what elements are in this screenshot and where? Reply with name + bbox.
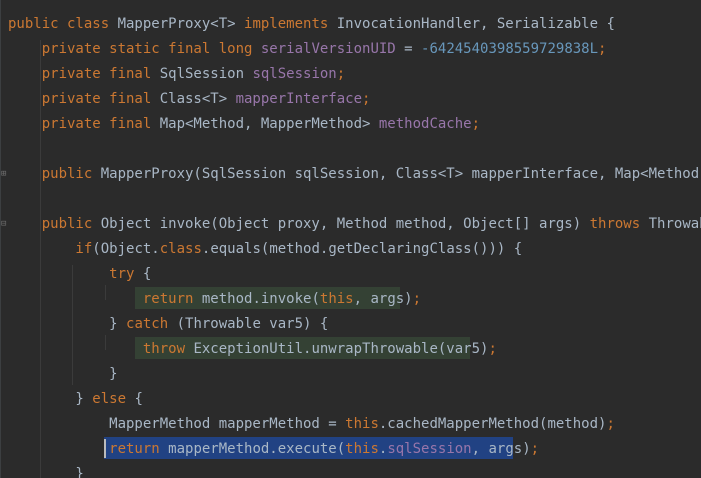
code-token: throw [8,341,194,357]
code-token: this [345,416,379,432]
code-token: Class<T> [159,91,236,107]
code-token: SqlSession [159,66,253,82]
code-line[interactable]: private final SqlSession sqlSession; [8,62,345,87]
code-token: ; [530,441,540,457]
code-token: MapperProxy(SqlSession sqlSession, Class… [100,166,701,182]
code-token: , args) [353,291,413,307]
code-token: MapperProxy<T> [117,16,245,32]
code-token: ; [471,116,481,132]
code-line[interactable]: throw ExceptionUtil.unwrapThrowable(var5… [8,337,497,362]
code-token: method.invoke( [201,291,320,307]
code-token: private static final long [8,41,261,57]
code-token: public [8,166,101,182]
code-token: { [134,391,143,407]
code-line[interactable]: public Object invoke(Object proxy, Metho… [8,212,701,237]
code-token: implements [244,16,337,32]
code-token: serialVersionUID [260,41,396,57]
code-token: public class [8,16,118,32]
code-line[interactable]: try { [8,262,151,287]
code-token: Object invoke(Object proxy, Method metho… [100,216,590,232]
code-editor[interactable]: ⊞ ⊟ public class MapperProxy<T> implemen… [0,0,701,478]
code-token: ; [362,91,371,107]
code-token: .cachedMapperMethod(method) [378,416,607,432]
code-token: this [319,291,354,307]
code-token: } [8,391,93,407]
code-token: Throwable { [648,216,701,232]
code-token: { [142,266,152,282]
code-token: public [8,216,101,232]
code-token: } [8,316,127,332]
code-line[interactable]: MapperMethod mapperMethod = this.cachedM… [8,412,615,437]
code-token: private final [8,91,160,107]
code-token: else [92,391,135,407]
code-line[interactable]: if(Object.class.equals(method.getDeclari… [8,237,522,262]
code-token: } [8,366,118,382]
code-token: sqlSession [252,66,337,82]
code-token: MapperMethod mapperMethod = [8,416,346,432]
code-line[interactable]: public class MapperProxy<T> implements I… [8,12,615,37]
code-line[interactable]: } catch (Throwable var5) { [8,312,328,337]
code-token: private final [8,116,160,132]
code-token: ; [606,416,615,432]
code-token: ; [488,341,497,357]
code-token: } [8,466,84,478]
code-token: (Throwable var5) { [176,316,329,332]
code-token: methodCache [378,116,472,132]
code-token: private final [8,66,160,82]
editor-gutter [0,0,1,478]
code-line[interactable]: private static final long serialVersionU… [8,37,607,62]
code-token: sqlSession [387,441,472,457]
code-token: mapperMethod.execute( [168,441,346,457]
code-line[interactable]: } else { [8,387,143,412]
code-token: ; [412,291,422,307]
code-token: return [8,291,202,307]
code-line[interactable]: } [8,462,84,478]
code-token: -6424540398559729838L [421,41,599,57]
code-line[interactable]: } [8,362,118,387]
code-token: throws [589,216,649,232]
code-token: (Object. [92,241,160,257]
code-token: ; [336,66,346,82]
code-line[interactable]: private final Map<Method, MapperMethod> … [8,112,480,137]
code-token: try [8,266,143,282]
code-token: Map<Method, MapperMethod> [159,116,379,132]
code-token: = [395,41,422,57]
code-token: catch [126,316,177,332]
code-line[interactable]: private final Class<T> mapperInterface; [8,87,371,112]
code-token: mapperInterface [235,91,363,107]
code-token: class [159,241,202,257]
code-token: , args) [471,441,531,457]
code-token: ; [598,41,607,57]
code-token: if [8,241,93,257]
code-token: return [8,441,169,457]
code-token: InvocationHandler, Serializable { [336,16,615,32]
code-token: this [345,441,379,457]
code-line[interactable]: public MapperProxy(SqlSession sqlSession… [8,162,701,187]
code-token: .equals(method.getDeclaringClass())) { [201,241,523,257]
code-line[interactable]: return mapperMethod.execute(this.sqlSess… [8,437,539,462]
code-line[interactable]: return method.invoke(this, args); [8,287,421,312]
code-token: ExceptionUtil.unwrapThrowable(var5) [193,341,489,357]
